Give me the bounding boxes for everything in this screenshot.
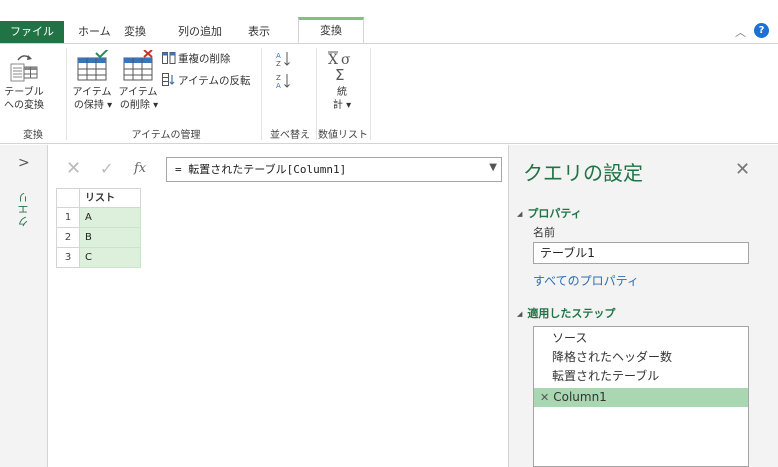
properties-header-label: プロパティ (527, 207, 582, 220)
row-number: 1 (56, 208, 80, 228)
properties-section-header[interactable]: ◢ プロパティ (517, 205, 582, 221)
applied-steps-header-label: 適用したステップ (527, 307, 616, 320)
keep-items-label-2: の保持 ▾ (73, 100, 113, 111)
tab-home[interactable]: ホーム (78, 21, 111, 44)
table-convert-icon (10, 55, 38, 82)
svg-text:A: A (276, 52, 281, 60)
query-name-input[interactable]: テーブル1 (533, 242, 749, 264)
expand-queries-icon[interactable]: > (18, 155, 30, 171)
keep-items-label-1: アイテム (72, 87, 112, 98)
applied-step[interactable]: 転置されたテーブル (534, 367, 748, 386)
remove-items-label-2: の削除 ▾ (119, 100, 159, 111)
svg-text:A: A (276, 82, 281, 90)
applied-step[interactable]: 降格されたヘッダー数 (534, 348, 748, 367)
queries-pane-collapsed: > クエリ (0, 145, 48, 467)
collapse-triangle-icon: ◢ (517, 310, 523, 318)
grid-corner[interactable] (56, 188, 80, 208)
row-number: 2 (56, 228, 80, 248)
delete-step-icon[interactable]: ✕ (540, 391, 549, 404)
collapse-triangle-icon: ◢ (517, 210, 523, 218)
statistics-label-1: 統 (337, 87, 347, 98)
all-properties-link[interactable]: すべてのプロパティ (533, 272, 639, 289)
close-icon[interactable]: ✕ (735, 159, 750, 180)
reverse-items-button[interactable]: アイテムの反転 (162, 73, 250, 88)
convert-to-table-label-1: テーブル (4, 87, 44, 98)
group-label-manage-items: アイテムの管理 (131, 130, 201, 141)
ribbon: テーブル への変換 アイテム の保持 ▾ アイテム の削除 ▾ 重複の削除 アイ… (0, 44, 778, 144)
remove-items-label-1: アイテム (118, 87, 158, 98)
ribbon-group-divider (66, 48, 67, 140)
ribbon-group-divider (370, 48, 371, 140)
group-label-numeric-list: 数値リスト (318, 130, 368, 141)
keep-items-icon (77, 50, 109, 81)
convert-to-table-label-2: への変換 (4, 100, 44, 111)
applied-steps-section-header[interactable]: ◢ 適用したステップ (517, 305, 615, 321)
formula-text: = 転置されたテーブル[Column1] (175, 163, 347, 176)
queries-pane-label[interactable]: クエリ (16, 191, 32, 227)
cancel-formula-icon[interactable]: ✕ (66, 157, 81, 181)
row-number: 3 (56, 248, 80, 268)
remove-duplicates-icon (162, 52, 176, 64)
name-label: 名前 (533, 226, 555, 239)
power-query-editor: ファイル ホーム 変換 列の追加 表示 変換 ︿ ? テーブル への変換 アイテ… (0, 0, 778, 467)
list-item[interactable]: C (80, 248, 141, 268)
remove-duplicates-button[interactable]: 重複の削除 (162, 52, 231, 66)
applied-step[interactable]: ソース (534, 329, 748, 348)
statistics-icon: X σ Σ (328, 51, 351, 82)
formula-input[interactable]: = 転置されたテーブル[Column1] ▼ (166, 157, 502, 182)
list-item[interactable]: A (80, 208, 141, 228)
group-label-sort: 並べ替え (270, 130, 310, 141)
applied-steps-list: ソース 降格されたヘッダー数 転置されたテーブル ✕ Column1 (533, 326, 749, 467)
svg-text:Σ: Σ (335, 66, 344, 82)
remove-duplicates-label: 重複の削除 (178, 53, 231, 65)
remove-items-icon (123, 50, 153, 81)
function-icon[interactable]: fx (134, 157, 146, 181)
ribbon-tab-bar: ファイル ホーム 変換 列の追加 表示 変換 ︿ ? (0, 0, 778, 44)
sort-descending-icon[interactable]: Z A (276, 72, 292, 90)
tab-view[interactable]: 表示 (248, 21, 270, 44)
reverse-items-label: アイテムの反転 (178, 75, 251, 87)
group-label-convert: 変換 (23, 130, 43, 141)
query-settings-title: クエリの設定 (523, 161, 643, 185)
tab-add-column[interactable]: 列の追加 (178, 21, 222, 44)
svg-text:Z: Z (276, 74, 281, 82)
collapse-ribbon-icon[interactable]: ︿ (735, 24, 746, 40)
svg-text:Z: Z (276, 60, 281, 68)
tab-file[interactable]: ファイル (0, 21, 64, 44)
expand-formula-icon[interactable]: ▼ (489, 162, 497, 173)
tab-transform[interactable]: 変換 (124, 21, 146, 44)
sort-ascending-icon[interactable]: A Z (276, 50, 292, 68)
help-icon[interactable]: ? (754, 23, 769, 38)
list-column-header[interactable]: リスト (80, 188, 141, 208)
tab-list-transform[interactable]: 変換 (298, 17, 364, 44)
applied-step-label: Column1 (553, 390, 607, 404)
query-settings-pane: クエリの設定 ✕ ◢ プロパティ 名前 テーブル1 すべてのプロパティ ◢ 適用した… (508, 145, 778, 467)
statistics-label-2: 計 ▾ (332, 100, 352, 111)
applied-step-selected[interactable]: ✕ Column1 (534, 388, 748, 407)
commit-formula-icon[interactable]: ✓ (100, 157, 113, 181)
formula-bar-buttons: ✕ ✓ fx (56, 157, 164, 181)
reverse-items-icon (162, 73, 175, 86)
list-item[interactable]: B (80, 228, 141, 248)
ribbon-group-divider (261, 48, 262, 140)
